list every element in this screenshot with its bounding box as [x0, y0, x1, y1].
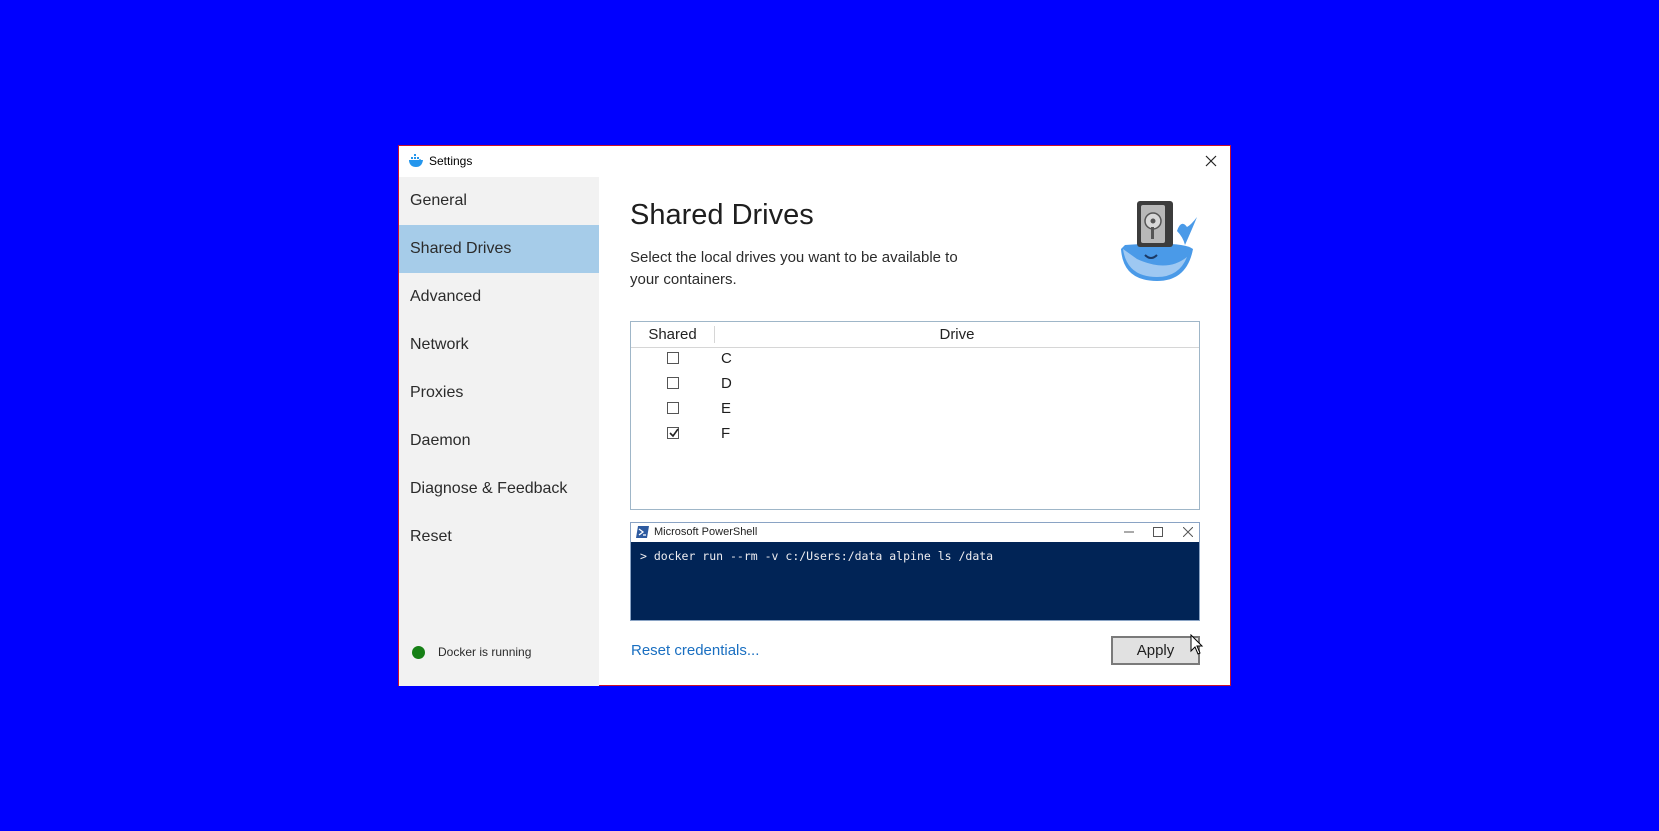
table-row: D: [631, 372, 1199, 398]
checkmark-icon: [669, 428, 679, 438]
table-row: E: [631, 397, 1199, 423]
column-header-drive[interactable]: Drive: [715, 326, 1199, 343]
sidebar: General Shared Drives Advanced Network P…: [399, 177, 599, 686]
settings-window: Settings General Shared Drives Advanced …: [398, 145, 1231, 686]
drive-c-checkbox[interactable]: [667, 352, 679, 364]
sidebar-item-daemon[interactable]: Daemon: [399, 417, 599, 465]
sidebar-item-reset[interactable]: Reset: [399, 513, 599, 561]
table-row: F: [631, 422, 1199, 448]
sidebar-item-advanced[interactable]: Advanced: [399, 273, 599, 321]
docker-status: Docker is running: [412, 645, 531, 659]
mouse-cursor-icon: [1190, 634, 1204, 655]
drive-f-checkbox[interactable]: [667, 427, 679, 439]
powershell-window: Microsoft PowerShell > docker run --rm -…: [630, 522, 1200, 621]
docker-whale-icon: [409, 154, 423, 167]
powershell-command: > docker run --rm -v c:/Users:/data alpi…: [640, 549, 994, 563]
status-text: Docker is running: [438, 645, 532, 659]
apply-button[interactable]: Apply: [1111, 636, 1200, 665]
maximize-icon: [1153, 527, 1163, 537]
reset-credentials-link[interactable]: Reset credentials...: [631, 642, 759, 659]
close-button[interactable]: [1198, 149, 1224, 173]
drives-table: Shared Drive C D E F: [630, 321, 1200, 510]
powershell-title: Microsoft PowerShell: [654, 526, 758, 538]
drive-letter: C: [721, 350, 732, 367]
close-icon: [1183, 527, 1193, 537]
main-content: Shared Drives Select the local drives yo…: [599, 177, 1230, 686]
close-icon: [1205, 155, 1217, 167]
sidebar-item-network[interactable]: Network: [399, 321, 599, 369]
maximize-button[interactable]: [1151, 525, 1165, 539]
sidebar-item-diagnose-feedback[interactable]: Diagnose & Feedback: [399, 465, 599, 513]
drive-letter: F: [721, 425, 731, 442]
drive-letter: D: [721, 375, 732, 392]
ps-close-button[interactable]: [1181, 525, 1195, 539]
status-dot-icon: [412, 645, 425, 659]
minimize-icon: [1124, 531, 1134, 533]
drive-e-checkbox[interactable]: [667, 402, 679, 414]
sidebar-item-proxies[interactable]: Proxies: [399, 369, 599, 417]
table-header: Shared Drive: [631, 322, 1199, 348]
docker-whale-drive-icon: [1121, 201, 1197, 281]
table-row: C: [631, 347, 1199, 373]
sidebar-item-general[interactable]: General: [399, 177, 599, 225]
window-titlebar: Settings: [399, 146, 1230, 177]
drive-d-checkbox[interactable]: [667, 377, 679, 389]
window-title: Settings: [429, 154, 473, 168]
drive-letter: E: [721, 400, 732, 417]
sidebar-item-shared-drives[interactable]: Shared Drives: [399, 225, 599, 273]
column-header-shared[interactable]: Shared: [631, 326, 714, 343]
page-title: Shared Drives: [630, 199, 814, 231]
powershell-titlebar: Microsoft PowerShell: [631, 523, 1199, 542]
powershell-icon: [636, 526, 649, 538]
page-description: Select the local drives you want to be a…: [630, 249, 958, 288]
minimize-button[interactable]: [1122, 525, 1136, 539]
